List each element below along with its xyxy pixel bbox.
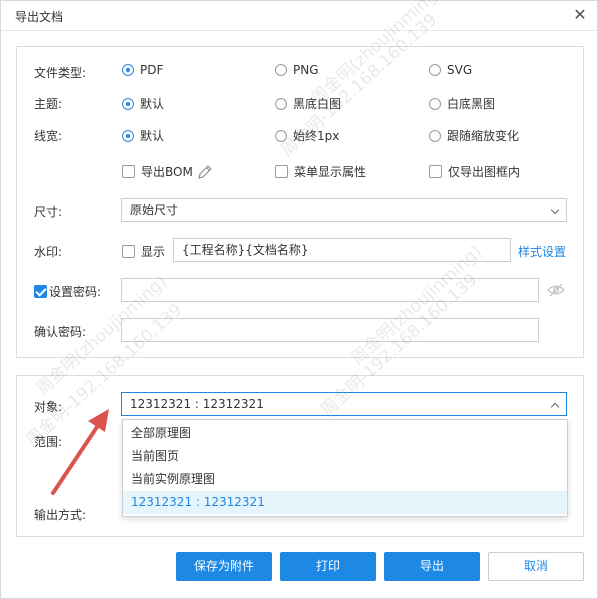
line-width-zoom-radio[interactable]: 跟随缩放变化 [429, 127, 519, 144]
radio-label: 跟随缩放变化 [447, 129, 520, 143]
theme-label: 主题: [34, 97, 63, 111]
checkbox-label: 设置密码: [49, 285, 102, 299]
radio-icon [275, 64, 287, 76]
export-bom-checkbox[interactable]: 导出BOM [122, 163, 213, 180]
watermark-label: 水印: [34, 245, 63, 259]
theme-default-radio[interactable]: 默认 [122, 95, 164, 112]
radio-icon [122, 97, 134, 110]
eye-hidden-icon[interactable] [547, 283, 565, 297]
confirm-password-label: 确认密码: [34, 325, 87, 339]
object-option[interactable]: 当前图页 [123, 445, 567, 468]
style-settings-link[interactable]: 样式设置 [518, 243, 566, 260]
radio-label: PDF [140, 63, 164, 77]
checkbox-checked-icon [34, 285, 47, 298]
set-password-checkbox[interactable]: 设置密码: [34, 283, 101, 300]
checkbox-icon [429, 165, 442, 178]
file-type-svg-radio[interactable]: SVG [429, 63, 472, 77]
size-select[interactable]: 原始尺寸 [121, 198, 567, 222]
watermark-show-checkbox[interactable]: 显示 [122, 243, 165, 260]
export-button[interactable]: 导出 [384, 552, 480, 581]
watermark-text-input[interactable]: {工程名称}{文档名称} [173, 238, 511, 262]
radio-icon [275, 129, 287, 142]
radio-label: PNG [293, 63, 319, 77]
chevron-up-icon [550, 402, 560, 412]
object-select-value: 12312321 : 12312321 [130, 397, 264, 411]
checkbox-icon [122, 245, 135, 258]
file-type-pdf-radio[interactable]: PDF [122, 63, 163, 77]
radio-icon [429, 129, 441, 142]
file-type-label: 文件类型: [34, 66, 87, 80]
menu-show-attr-checkbox[interactable]: 菜单显示属性 [275, 163, 366, 180]
dialog-titlebar: 导出文档 ✕ [1, 1, 598, 31]
radio-icon [275, 97, 287, 110]
checkbox-label: 显示 [141, 245, 166, 259]
checkbox-icon [122, 165, 135, 178]
radio-label: 黑底白图 [293, 97, 342, 111]
checkbox-label: 菜单显示属性 [294, 165, 367, 179]
radio-icon [122, 129, 134, 142]
frame-only-checkbox[interactable]: 仅导出图框内 [429, 163, 520, 180]
radio-icon [429, 64, 441, 76]
scope-label: 范围: [34, 435, 63, 449]
save-as-attachment-button[interactable]: 保存为附件 [176, 552, 272, 581]
object-label: 对象: [34, 400, 63, 414]
object-option[interactable]: 全部原理图 [123, 422, 567, 445]
line-width-default-radio[interactable]: 默认 [122, 127, 164, 144]
radio-label: 默认 [140, 97, 165, 111]
radio-label: 始终1px [293, 129, 340, 143]
checkbox-label: 导出BOM [141, 165, 193, 179]
edit-pencil-icon[interactable] [197, 164, 213, 180]
line-width-1px-radio[interactable]: 始终1px [275, 127, 339, 144]
export-document-dialog: 导出文档 ✕ 文件类型: PDF PNG SVG 主题: 默认 黑底白图 白底黑… [0, 0, 598, 599]
checkbox-icon [275, 165, 288, 178]
checkbox-label: 仅导出图框内 [448, 165, 521, 179]
line-width-label: 线宽: [34, 129, 63, 143]
output-method-label: 输出方式: [34, 508, 87, 522]
chevron-down-icon [550, 205, 560, 215]
dialog-title: 导出文档 [15, 10, 64, 24]
object-option-selected[interactable]: 12312321 : 12312321 [123, 491, 567, 514]
size-label: 尺寸: [34, 205, 63, 219]
radio-label: 白底黑图 [447, 97, 496, 111]
object-select[interactable]: 12312321 : 12312321 [121, 392, 567, 416]
confirm-password-input[interactable] [121, 318, 539, 342]
file-type-png-radio[interactable]: PNG [275, 63, 319, 77]
print-button[interactable]: 打印 [280, 552, 376, 581]
theme-black-bg-radio[interactable]: 黑底白图 [275, 95, 341, 112]
close-icon[interactable]: ✕ [571, 6, 589, 24]
password-input[interactable] [121, 278, 539, 302]
cancel-button[interactable]: 取消 [488, 552, 584, 581]
theme-white-bg-radio[interactable]: 白底黑图 [429, 95, 495, 112]
object-option[interactable]: 当前实例原理图 [123, 468, 567, 491]
radio-icon [122, 64, 134, 76]
watermark-text-value: {工程名称}{文档名称} [182, 243, 309, 257]
object-dropdown-menu: 全部原理图 当前图页 当前实例原理图 12312321 : 12312321 [122, 419, 568, 517]
radio-icon [429, 97, 441, 110]
size-select-value: 原始尺寸 [130, 203, 179, 217]
radio-label: SVG [447, 63, 473, 77]
radio-label: 默认 [140, 129, 165, 143]
